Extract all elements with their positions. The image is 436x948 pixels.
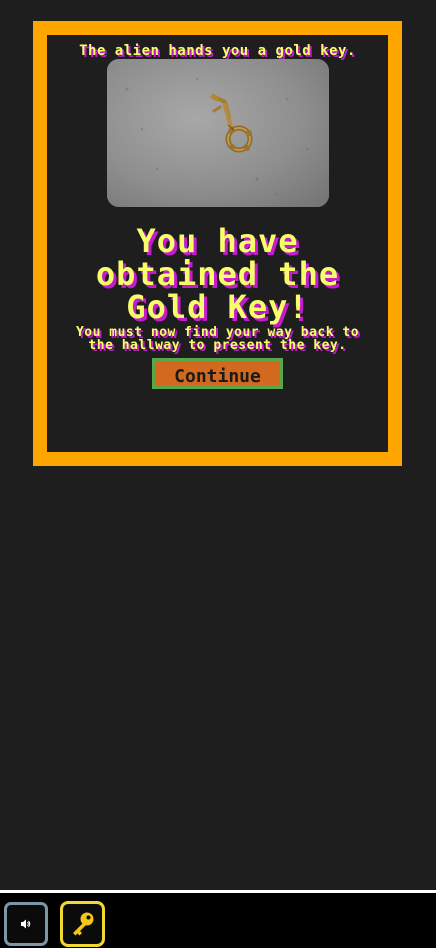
speaker-icon	[21, 919, 31, 929]
headline: You have obtained the Gold Key!	[95, 222, 340, 326]
bottom-toolbar	[0, 890, 436, 948]
intro-text: The alien hands you a gold key.	[79, 43, 356, 59]
key-icon	[72, 912, 93, 936]
subtext: You must now find your way back to the h…	[75, 325, 360, 353]
sound-toggle-button[interactable]	[4, 902, 48, 946]
inventory-slot-gold-key[interactable]	[60, 901, 105, 947]
game-screen: The alien hands you a gold key. You have…	[0, 0, 436, 948]
reward-dialog: The alien hands you a gold key. You have…	[33, 21, 402, 466]
continue-button[interactable]: Continue	[152, 358, 283, 389]
gold-key-photo	[106, 59, 329, 207]
